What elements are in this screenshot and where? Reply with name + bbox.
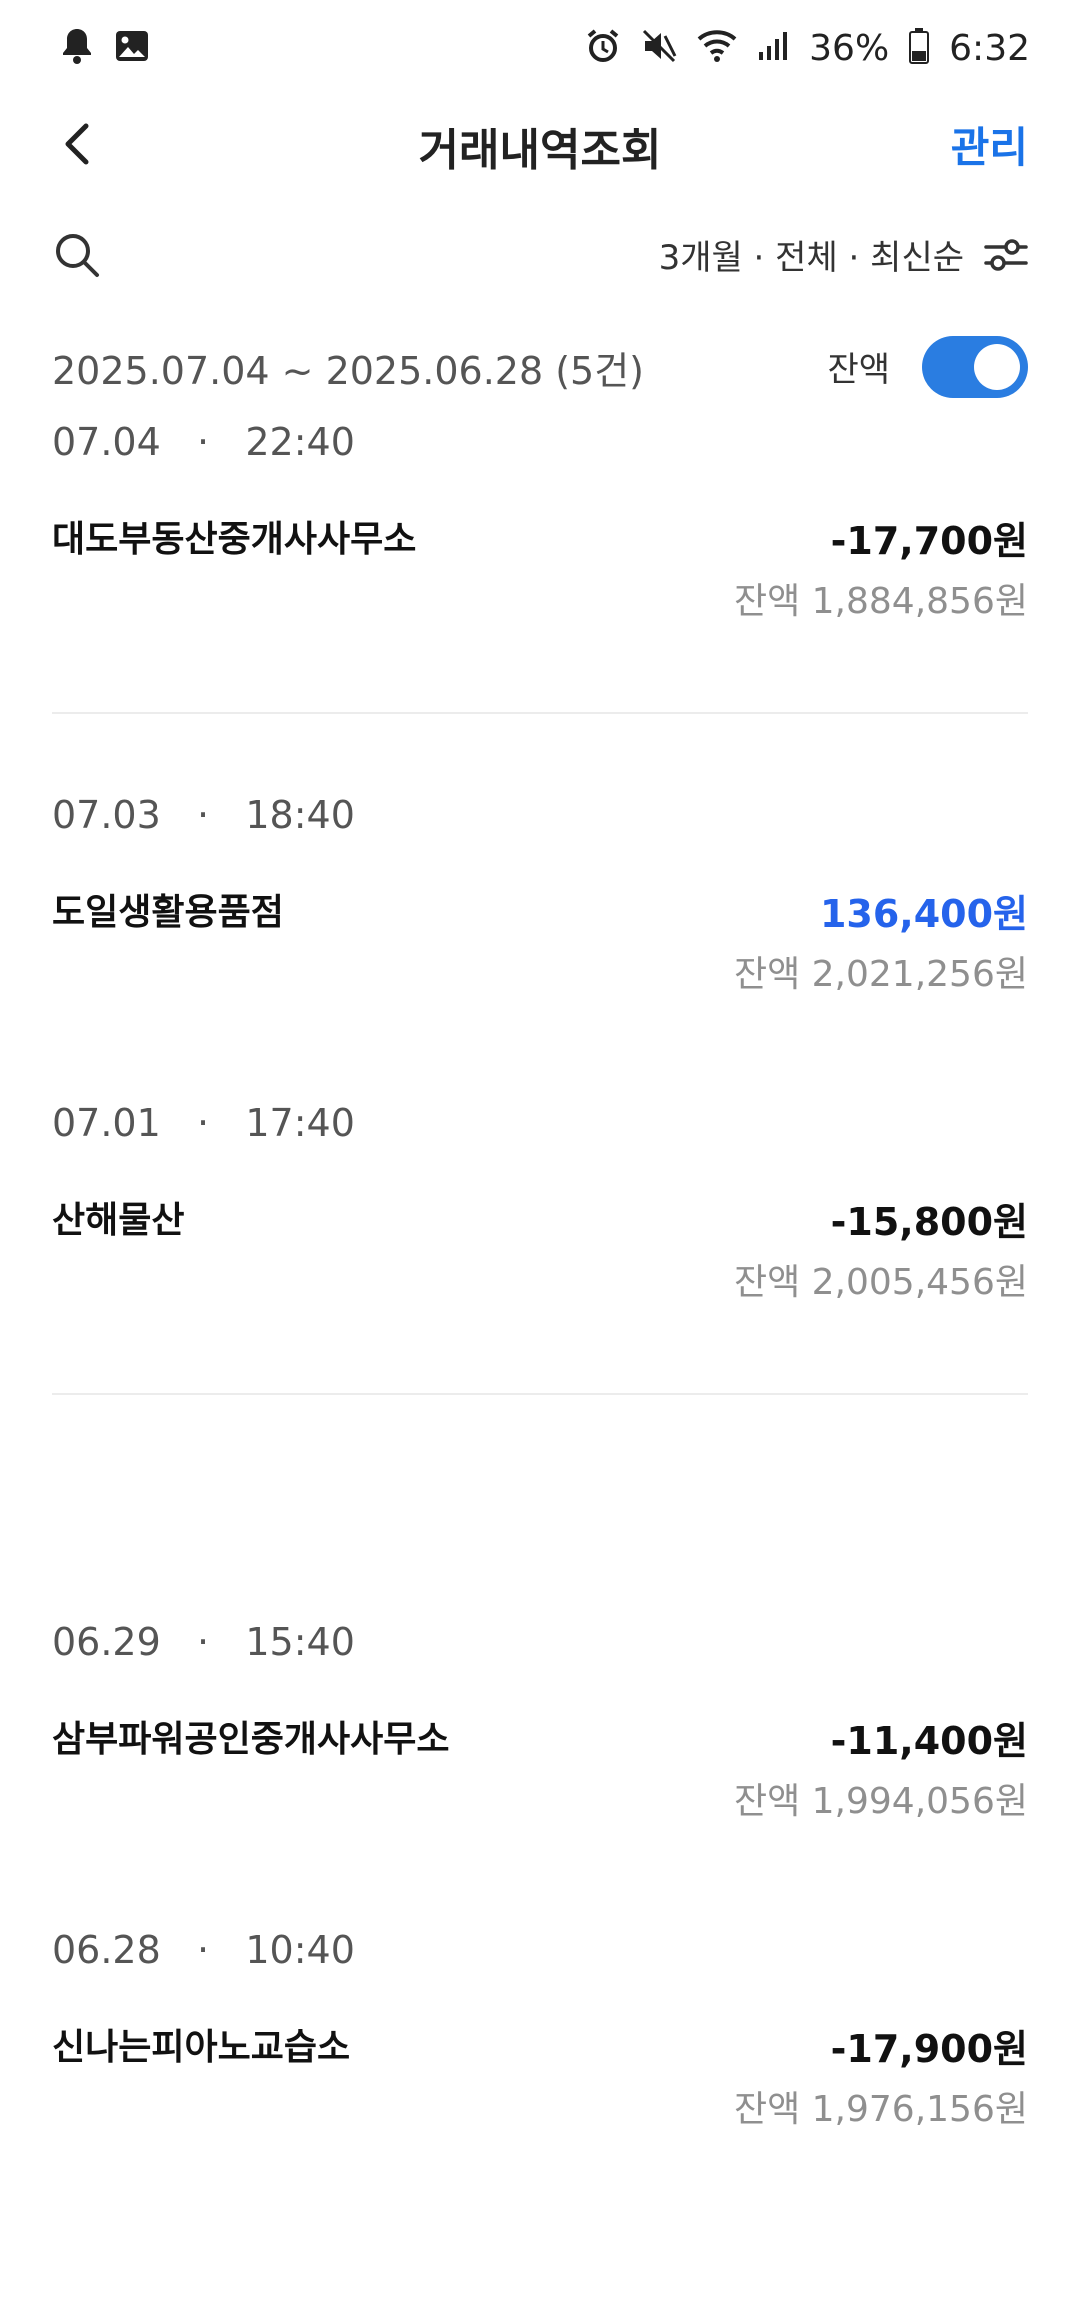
transaction-datetime: 07.01 · 17:40 <box>52 1101 355 1145</box>
mute-icon <box>641 28 677 68</box>
transaction-balance: 잔액 1,976,156원 <box>733 2089 1028 2130</box>
transaction-datetime: 06.28 · 10:40 <box>52 1928 355 1972</box>
transaction-datetime: 07.03 · 18:40 <box>52 793 355 837</box>
filter-row: 3개월 · 전체 · 최신순 <box>0 216 1080 300</box>
balance-toggle[interactable] <box>922 336 1028 398</box>
transaction-item[interactable]: 07.01 · 17:40 산해물산 -15,800원 잔액 2,005,456… <box>0 1101 1080 1303</box>
status-right: 36% 6:32 <box>585 28 1030 69</box>
transaction-merchant: 대도부동산중개사사무소 <box>52 519 417 560</box>
transaction-merchant: 신나는피아노교습소 <box>52 2027 351 2068</box>
transaction-balance: 잔액 1,884,856원 <box>733 581 1028 622</box>
status-bar: 36% 6:32 <box>0 0 1080 96</box>
transaction-item[interactable]: 06.29 · 15:40 삼부파워공인중개사사무소 -11,400원 잔액 1… <box>0 1620 1080 1822</box>
wifi-icon <box>697 29 737 67</box>
date-range-row: 2025.07.04 ~ 2025.06.28 (5건) 잔액 <box>0 326 1080 406</box>
toggle-knob <box>974 344 1020 390</box>
divider <box>52 1393 1028 1395</box>
date-range-text: 2025.07.04 ~ 2025.06.28 (5건) <box>52 349 645 393</box>
transaction-amount: -15,800원 <box>830 1200 1028 1244</box>
transaction-amount: -17,700원 <box>830 519 1028 563</box>
balance-toggle-label: 잔액 <box>827 350 890 390</box>
transaction-merchant: 도일생활용품점 <box>52 892 284 933</box>
sliders-icon <box>984 238 1028 271</box>
filter-button[interactable]: 3개월 · 전체 · 최신순 <box>659 230 1030 279</box>
alarm-icon <box>585 28 621 68</box>
search-button[interactable] <box>52 230 108 286</box>
battery-icon <box>909 28 930 68</box>
filter-summary: 3개월 · 전체 · 최신순 <box>658 238 964 278</box>
transaction-amount: -17,900원 <box>830 2027 1028 2071</box>
transaction-balance: 잔액 2,021,256원 <box>733 954 1028 995</box>
transaction-amount: -11,400원 <box>830 1719 1028 1763</box>
transaction-merchant: 삼부파워공인중개사사무소 <box>52 1719 450 1760</box>
transaction-datetime: 07.04 · 22:40 <box>52 420 355 464</box>
transaction-item[interactable]: 07.03 · 18:40 도일생활용품점 136,400원 잔액 2,021,… <box>0 793 1080 995</box>
battery-percent: 36% <box>809 27 890 69</box>
clock: 6:32 <box>949 27 1030 69</box>
signal-icon <box>757 30 789 66</box>
transaction-amount: 136,400원 <box>819 892 1028 936</box>
app-bar: 거래내역조회 관리 <box>0 96 1080 190</box>
transaction-item[interactable]: 07.04 · 22:40 대도부동산중개사사무소 -17,700원 잔액 1,… <box>0 420 1080 622</box>
status-left <box>60 27 150 69</box>
page-title: 거래내역조회 <box>418 125 662 176</box>
transaction-datetime: 06.29 · 15:40 <box>52 1620 355 1664</box>
transaction-merchant: 산해물산 <box>52 1200 185 1241</box>
image-icon <box>114 28 150 68</box>
transaction-balance: 잔액 2,005,456원 <box>733 1262 1028 1303</box>
bell-icon <box>60 27 94 69</box>
transaction-balance: 잔액 1,994,056원 <box>733 1781 1028 1822</box>
divider <box>52 712 1028 714</box>
transaction-item[interactable]: 06.28 · 10:40 신나는피아노교습소 -17,900원 잔액 1,97… <box>0 1928 1080 2130</box>
manage-button[interactable]: 관리 <box>951 114 1028 175</box>
search-icon <box>56 234 99 277</box>
